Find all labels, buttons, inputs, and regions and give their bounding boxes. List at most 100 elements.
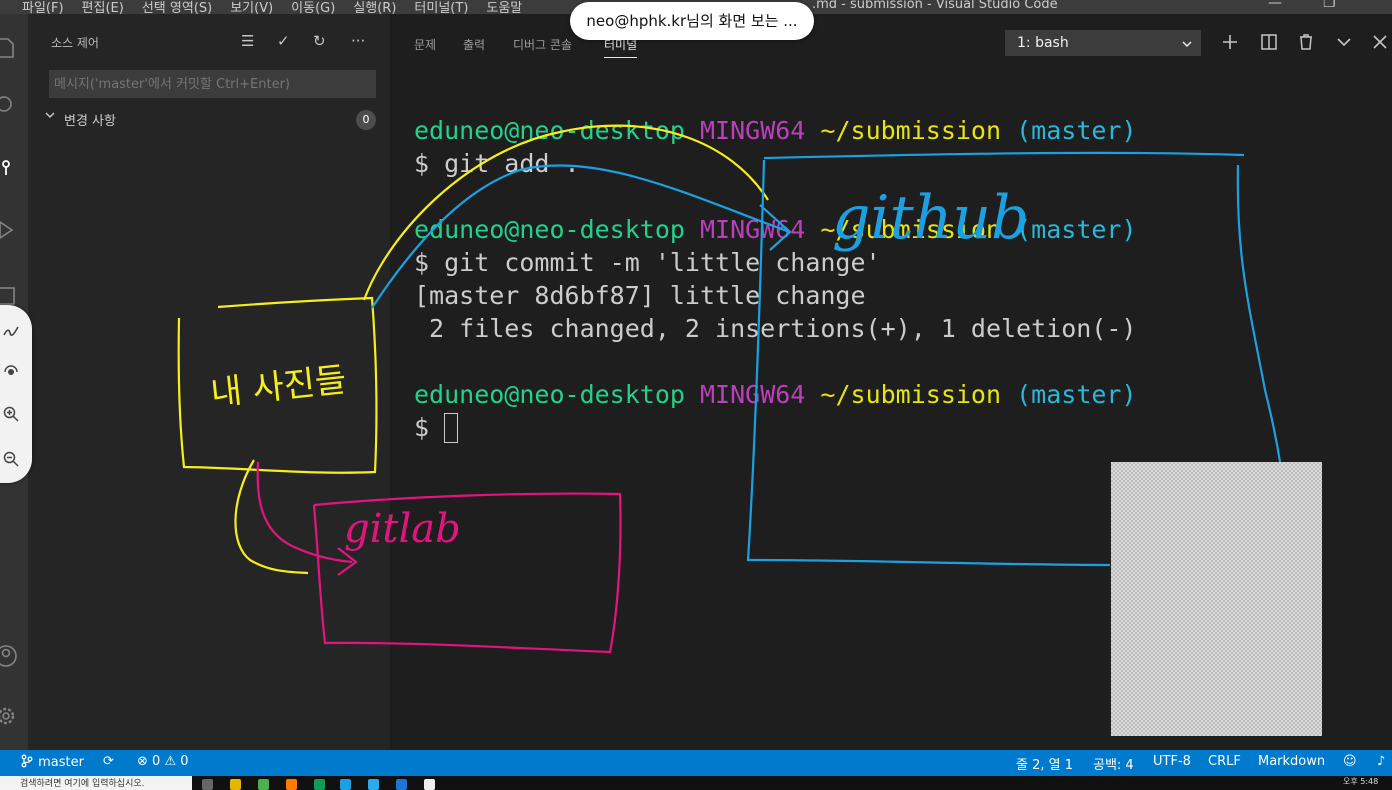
terminal-selector-value: 1: bash: [1017, 35, 1069, 51]
drawing-toolbar: [0, 305, 32, 483]
output-line: 2 files changed, 2 insertions(+), 1 dele…: [414, 314, 1137, 343]
restore-icon[interactable]: ❐: [1323, 0, 1336, 11]
run-debug-icon[interactable]: [0, 218, 18, 242]
prompt-user: eduneo@neo-desktop: [414, 380, 685, 409]
screen-share-notice[interactable]: neo@hphk.kr님의 화면 보는 ...: [570, 2, 814, 40]
explorer-icon[interactable]: [0, 36, 18, 60]
feedback-icon[interactable]: ☺: [1343, 754, 1357, 769]
menu-bar: 파일(F) 편집(E) 선택 영역(S) 보기(V) 이동(G) 실행(R) 터…: [22, 0, 522, 14]
output-line: [master 8d6bf87] little change: [414, 281, 866, 310]
source-control-sidebar: 소스 제어 ☰ ✓ ↻ ··· 변경 사항 0: [28, 14, 390, 750]
trash-icon[interactable]: [1296, 32, 1316, 52]
account-icon[interactable]: [0, 644, 18, 668]
search-icon[interactable]: [0, 94, 18, 118]
taskbar-search-box[interactable]: 검색하려면 여기에 입력하십시오.: [0, 776, 192, 790]
app-icon[interactable]: [314, 779, 325, 790]
windows-taskbar: 검색하려면 여기에 입력하십시오. 오후 5:48: [0, 776, 1392, 790]
menu-selection[interactable]: 선택 영역(S): [142, 0, 212, 14]
task-view-icon[interactable]: [202, 779, 213, 790]
prompt-path: ~/submission: [820, 215, 1002, 244]
command-line: $ git commit -m 'little change': [414, 248, 881, 277]
file-explorer-icon[interactable]: [230, 779, 241, 790]
new-terminal-icon[interactable]: [1220, 32, 1240, 52]
prompt-branch: (master): [1016, 380, 1137, 409]
branch-name: master: [38, 755, 84, 770]
error-icon: ⊗: [137, 754, 148, 769]
close-icon[interactable]: [1370, 32, 1390, 52]
vscode-taskbar-icon[interactable]: [340, 779, 351, 790]
tab-problems[interactable]: 문제: [414, 36, 436, 53]
command-line: $: [414, 411, 1137, 444]
prompt-host: MINGW64: [700, 215, 806, 244]
window-title: .md - submission - Visual Studio Code: [812, 0, 1058, 12]
chevron-down-icon: [1182, 41, 1192, 47]
prompt-line: eduneo@neo-desktop MINGW64 ~/submission …: [414, 213, 1137, 246]
chrome-icon[interactable]: [258, 779, 269, 790]
problems-indicator[interactable]: ⊗ 0 ⚠ 0: [137, 754, 189, 769]
bell-icon[interactable]: ♪: [1377, 754, 1385, 769]
notepad-icon[interactable]: [424, 779, 435, 790]
firefox-icon[interactable]: [286, 779, 297, 790]
more-actions-icon[interactable]: ···: [351, 32, 365, 50]
prompt-branch: (master): [1016, 116, 1137, 145]
commit-message-input[interactable]: [49, 70, 376, 98]
menu-view[interactable]: 보기(V): [230, 0, 273, 14]
sync-icon[interactable]: ⟳: [103, 754, 114, 769]
zoom-app-icon[interactable]: [396, 779, 407, 790]
chevron-down-icon: [45, 112, 55, 118]
taskbar-clock[interactable]: 오후 5:48: [1343, 776, 1378, 787]
pen-icon[interactable]: [2, 321, 20, 339]
menu-file[interactable]: 파일(F): [22, 0, 64, 14]
git-branch-icon: [21, 754, 33, 768]
refresh-icon[interactable]: ↻: [313, 32, 326, 50]
prompt-host: MINGW64: [700, 380, 806, 409]
menu-go[interactable]: 이동(G): [291, 0, 335, 14]
prompt-user: eduneo@neo-desktop: [414, 116, 685, 145]
prompt-branch: (master): [1016, 215, 1137, 244]
command-line: $ git add .: [414, 149, 580, 178]
vscode-window: 파일(F) 편집(E) 선택 영역(S) 보기(V) 이동(G) 실행(R) 터…: [0, 0, 1392, 790]
view-as-tree-icon[interactable]: ☰: [241, 32, 254, 50]
gear-icon[interactable]: [0, 704, 18, 728]
telegram-icon[interactable]: [368, 779, 379, 790]
panel-tab-bar: 문제 출력 디버그 콘솔 터미널 1: bash: [390, 14, 1392, 64]
prompt-user: eduneo@neo-desktop: [414, 215, 685, 244]
terminal-selector[interactable]: 1: bash: [1005, 30, 1201, 56]
prompt-line: eduneo@neo-desktop MINGW64 ~/submission …: [414, 114, 1137, 147]
taskbar-search-text: 검색하려면 여기에 입력하십시오.: [20, 779, 145, 789]
menu-edit[interactable]: 편집(E): [82, 0, 124, 14]
language-mode[interactable]: Markdown: [1258, 754, 1325, 769]
webcam-video-thumbnail: [1111, 462, 1322, 736]
indentation[interactable]: 공백: 4: [1093, 754, 1134, 773]
source-control-icon[interactable]: [0, 156, 18, 180]
warning-count: 0: [180, 754, 189, 769]
cursor-position[interactable]: 줄 2, 열 1: [1016, 754, 1073, 773]
terminal-cursor: [444, 413, 459, 443]
warning-icon: ⚠: [164, 754, 177, 769]
prompt-path: ~/submission: [820, 116, 1002, 145]
minimize-icon[interactable]: —: [1268, 0, 1282, 11]
commit-check-icon[interactable]: ✓: [277, 32, 290, 50]
prompt-line: eduneo@neo-desktop MINGW64 ~/submission …: [414, 378, 1137, 411]
menu-run[interactable]: 실행(R): [353, 0, 396, 14]
terminal-output[interactable]: eduneo@neo-desktop MINGW64 ~/submission …: [414, 114, 1137, 444]
zoom-in-icon[interactable]: [2, 405, 20, 423]
sidebar-title: 소스 제어: [51, 36, 99, 50]
changes-group-header[interactable]: 변경 사항 0: [44, 108, 384, 130]
menu-terminal[interactable]: 터미널(T): [414, 0, 468, 14]
prompt-host: MINGW64: [700, 116, 806, 145]
changes-label: 변경 사항: [64, 114, 116, 129]
end-of-line[interactable]: CRLF: [1208, 754, 1241, 769]
menu-help[interactable]: 도움말: [486, 0, 522, 14]
split-terminal-icon[interactable]: [1259, 32, 1279, 52]
error-count: 0: [152, 754, 161, 769]
encoding[interactable]: UTF-8: [1153, 754, 1191, 769]
zoom-out-icon[interactable]: [2, 450, 20, 468]
tab-output[interactable]: 출력: [463, 36, 485, 53]
changes-count-badge: 0: [356, 110, 376, 130]
laser-pointer-icon[interactable]: [2, 363, 20, 381]
chevron-down-icon[interactable]: [1334, 32, 1354, 52]
tab-debug-console[interactable]: 디버그 콘솔: [513, 36, 572, 53]
prompt-path: ~/submission: [820, 380, 1002, 409]
branch-indicator[interactable]: master: [20, 754, 84, 770]
